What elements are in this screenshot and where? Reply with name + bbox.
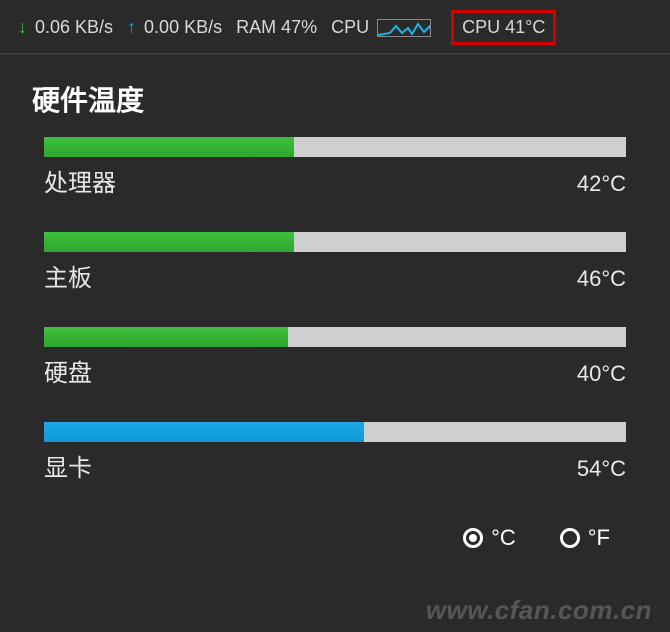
unit-label-celsius: °C bbox=[491, 525, 516, 551]
watermark: www.cfan.com.cn bbox=[426, 595, 652, 626]
temp-bar bbox=[44, 327, 626, 347]
temperature-list: 处理器 42°C 主板 46°C 硬盘 40°C 显卡 54°C bbox=[0, 137, 670, 483]
cpu-label: CPU bbox=[331, 17, 369, 38]
temp-name: 显卡 bbox=[44, 448, 92, 483]
ram-usage-value: RAM 47% bbox=[236, 17, 317, 38]
temp-bar-fill bbox=[44, 137, 294, 157]
cpu-usage-item: CPU bbox=[331, 17, 431, 38]
unit-label-fahrenheit: °F bbox=[588, 525, 610, 551]
download-speed-value: 0.06 KB/s bbox=[35, 17, 113, 38]
temp-name: 硬盘 bbox=[44, 353, 92, 388]
upload-arrow-icon: ↑ bbox=[127, 17, 136, 38]
cpu-temp-value: CPU 41°C bbox=[462, 17, 545, 37]
temp-bar-fill bbox=[44, 232, 294, 252]
temp-bar bbox=[44, 137, 626, 157]
temp-name: 处理器 bbox=[44, 163, 116, 198]
section-title: 硬件温度 bbox=[0, 55, 670, 137]
radio-dot-icon bbox=[469, 534, 477, 542]
top-status-bar: ↓ 0.06 KB/s ↑ 0.00 KB/s RAM 47% CPU CPU … bbox=[0, 0, 670, 55]
upload-speed-item: ↑ 0.00 KB/s bbox=[127, 17, 222, 38]
download-speed-item: ↓ 0.06 KB/s bbox=[18, 17, 113, 38]
unit-selector-row: °C °F bbox=[0, 517, 670, 551]
radio-icon bbox=[463, 528, 483, 548]
unit-radio-fahrenheit[interactable]: °F bbox=[560, 525, 610, 551]
unit-radio-celsius[interactable]: °C bbox=[463, 525, 516, 551]
cpu-temp-highlight: CPU 41°C bbox=[451, 10, 556, 45]
temp-name: 主板 bbox=[44, 258, 92, 293]
cpu-usage-graph-icon bbox=[377, 19, 431, 37]
radio-icon bbox=[560, 528, 580, 548]
download-arrow-icon: ↓ bbox=[18, 17, 27, 38]
temp-item-hdd: 硬盘 40°C bbox=[44, 327, 626, 388]
temp-item-gpu: 显卡 54°C bbox=[44, 422, 626, 483]
temp-item-motherboard: 主板 46°C bbox=[44, 232, 626, 293]
temp-item-cpu: 处理器 42°C bbox=[44, 137, 626, 198]
temp-bar-fill bbox=[44, 422, 364, 442]
ram-usage-item: RAM 47% bbox=[236, 17, 317, 38]
temp-value: 40°C bbox=[577, 361, 626, 387]
temp-value: 46°C bbox=[577, 266, 626, 292]
temp-bar-fill bbox=[44, 327, 288, 347]
temp-value: 54°C bbox=[577, 456, 626, 482]
temp-bar bbox=[44, 232, 626, 252]
upload-speed-value: 0.00 KB/s bbox=[144, 17, 222, 38]
temp-bar bbox=[44, 422, 626, 442]
temp-value: 42°C bbox=[577, 171, 626, 197]
